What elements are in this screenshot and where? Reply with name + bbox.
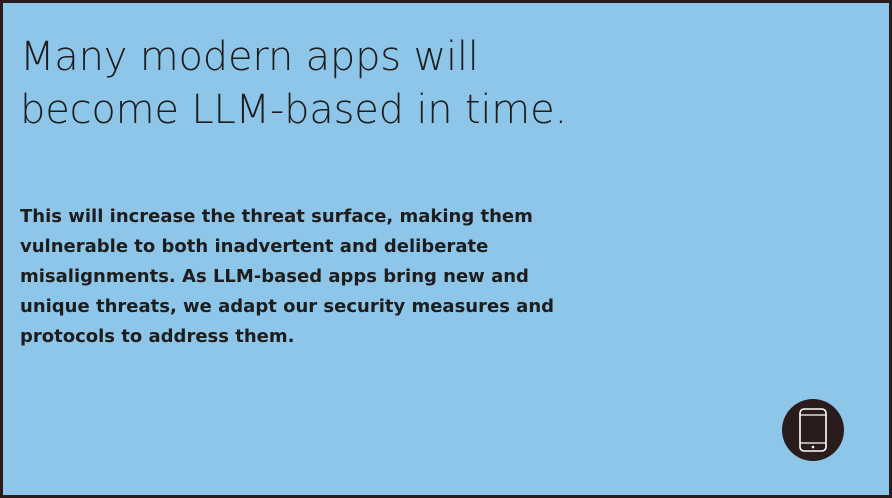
body-line-4: unique threats, we adapt our security me… [20, 296, 555, 317]
body-line-5: protocols to address them. [20, 326, 295, 347]
body-text: This will increase the threat surface, m… [20, 202, 660, 352]
body-line-3: misalignments. As LLM-based apps bring n… [20, 266, 529, 287]
headline: Many modern apps will become LLM-based i… [20, 31, 720, 137]
headline-line-2: become LLM-based in time. [20, 87, 567, 133]
mobile-phone-icon [799, 408, 827, 452]
mobile-device-button[interactable] [782, 399, 844, 461]
slide-panel: Many modern apps will become LLM-based i… [3, 3, 889, 495]
body-line-2: vulnerable to both inadvertent and delib… [20, 236, 489, 257]
body-line-1: This will increase the threat surface, m… [20, 206, 533, 227]
headline-line-1: Many modern apps will [20, 34, 479, 80]
